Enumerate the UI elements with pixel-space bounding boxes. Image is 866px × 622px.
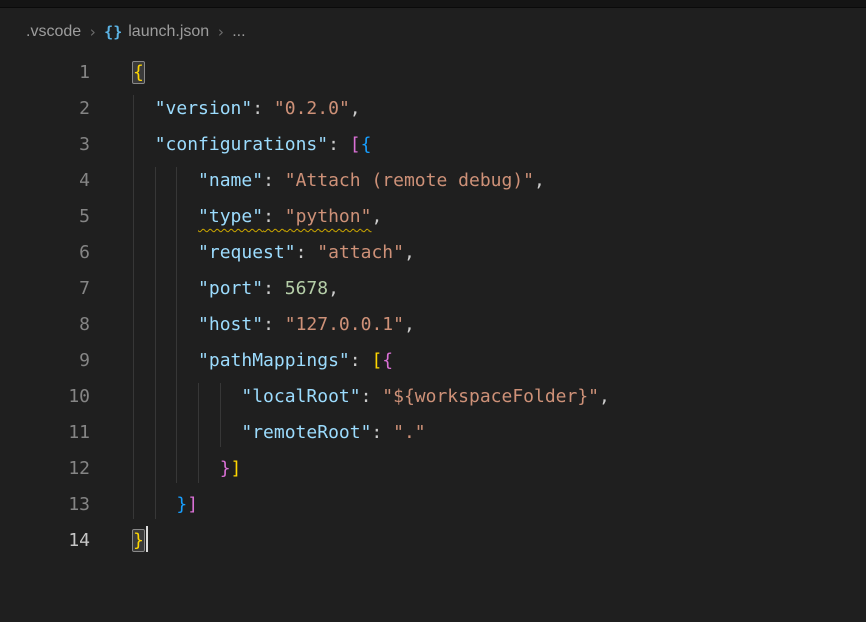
code-text: "localRoot": "${workspaceFolder}",: [90, 379, 610, 415]
line-number[interactable]: 1: [0, 55, 90, 91]
line-number[interactable]: 2: [0, 91, 90, 127]
code-text: }: [90, 523, 148, 559]
code-text: "remoteRoot": ".": [90, 415, 426, 451]
code-text: "version": "0.2.0",: [90, 91, 361, 127]
line-number[interactable]: 14: [0, 523, 90, 559]
tab-bar-edge: [0, 0, 866, 8]
code-editor[interactable]: 1{2 "version": "0.2.0",3 "configurations…: [0, 55, 866, 559]
line-number[interactable]: 3: [0, 127, 90, 163]
line-number[interactable]: 7: [0, 271, 90, 307]
chevron-right-icon: ›: [88, 23, 97, 41]
chevron-right-icon: ›: [216, 23, 225, 41]
line-number[interactable]: 13: [0, 487, 90, 523]
code-text: "name": "Attach (remote debug)",: [90, 163, 545, 199]
code-text: {: [90, 55, 144, 91]
code-line[interactable]: 10 "localRoot": "${workspaceFolder}",: [0, 379, 866, 415]
code-line[interactable]: 8 "host": "127.0.0.1",: [0, 307, 866, 343]
breadcrumb: .vscode › {} launch.json › ...: [0, 8, 866, 55]
breadcrumb-symbol-more[interactable]: ...: [232, 23, 245, 41]
code-text: "configurations": [{: [90, 127, 371, 163]
code-text: "request": "attach",: [90, 235, 415, 271]
code-line[interactable]: 11 "remoteRoot": ".": [0, 415, 866, 451]
code-line[interactable]: 3 "configurations": [{: [0, 127, 866, 163]
line-number[interactable]: 9: [0, 343, 90, 379]
breadcrumb-file[interactable]: {} launch.json: [104, 23, 209, 41]
code-line[interactable]: 7 "port": 5678,: [0, 271, 866, 307]
code-line[interactable]: 13 }]: [0, 487, 866, 523]
line-number[interactable]: 6: [0, 235, 90, 271]
code-text: "port": 5678,: [90, 271, 339, 307]
line-number[interactable]: 4: [0, 163, 90, 199]
code-line[interactable]: 1{: [0, 55, 866, 91]
code-lines: 1{2 "version": "0.2.0",3 "configurations…: [0, 55, 866, 559]
breadcrumb-file-label: launch.json: [128, 23, 209, 41]
line-number[interactable]: 11: [0, 415, 90, 451]
code-line[interactable]: 12 }]: [0, 451, 866, 487]
code-text: }]: [90, 487, 198, 523]
code-line[interactable]: 4 "name": "Attach (remote debug)",: [0, 163, 866, 199]
code-line[interactable]: 9 "pathMappings": [{: [0, 343, 866, 379]
line-number[interactable]: 10: [0, 379, 90, 415]
breadcrumb-folder[interactable]: .vscode: [26, 23, 81, 41]
code-text: "host": "127.0.0.1",: [90, 307, 415, 343]
text-cursor: [146, 526, 148, 552]
json-file-icon: {}: [104, 23, 122, 41]
code-line[interactable]: 14}: [0, 523, 866, 559]
code-line[interactable]: 6 "request": "attach",: [0, 235, 866, 271]
line-number[interactable]: 8: [0, 307, 90, 343]
code-text: }]: [90, 451, 241, 487]
line-number[interactable]: 12: [0, 451, 90, 487]
code-line[interactable]: 2 "version": "0.2.0",: [0, 91, 866, 127]
code-text: "pathMappings": [{: [90, 343, 393, 379]
line-number[interactable]: 5: [0, 199, 90, 235]
code-line[interactable]: 5 "type": "python",: [0, 199, 866, 235]
code-text: "type": "python",: [90, 199, 382, 235]
